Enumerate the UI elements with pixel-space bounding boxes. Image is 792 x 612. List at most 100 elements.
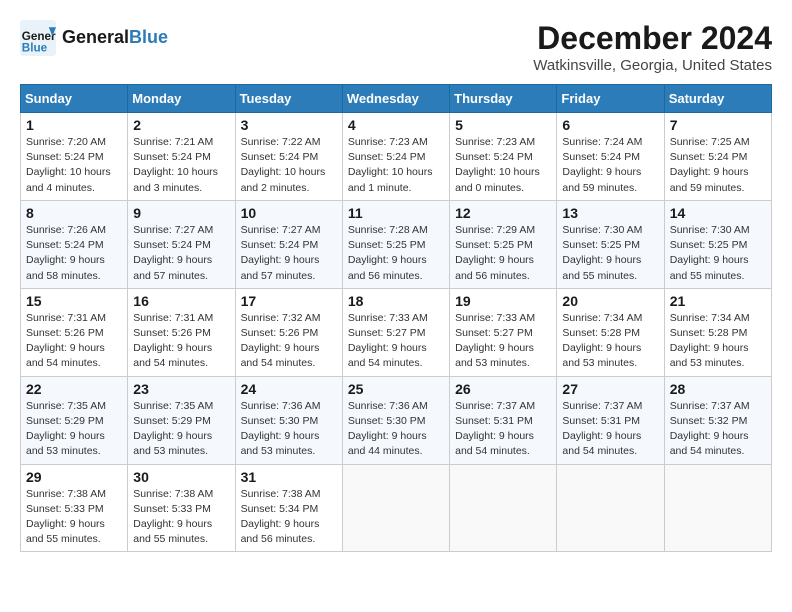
day-number: 27 (562, 381, 658, 397)
day-number: 1 (26, 117, 122, 133)
page-header: General Blue GeneralBlue December 2024 W… (20, 20, 772, 74)
day-info: Sunrise: 7:23 AMSunset: 5:24 PMDaylight:… (348, 135, 444, 196)
calendar-week-row: 15 Sunrise: 7:31 AMSunset: 5:26 PMDayligh… (21, 288, 772, 376)
day-info: Sunrise: 7:24 AMSunset: 5:24 PMDaylight:… (562, 135, 658, 196)
calendar-day-cell: 30 Sunrise: 7:38 AMSunset: 5:33 PMDayligh… (128, 464, 235, 552)
day-number: 11 (348, 205, 444, 221)
day-number: 21 (670, 293, 766, 309)
logo-icon: General Blue (20, 20, 56, 56)
calendar-day-cell: 25 Sunrise: 7:36 AMSunset: 5:30 PMDayligh… (342, 376, 449, 464)
day-info: Sunrise: 7:38 AMSunset: 5:33 PMDaylight:… (26, 487, 122, 548)
empty-cell (450, 464, 557, 552)
weekday-header-friday: Friday (557, 85, 664, 113)
day-number: 18 (348, 293, 444, 309)
calendar-day-cell: 15 Sunrise: 7:31 AMSunset: 5:26 PMDayligh… (21, 288, 128, 376)
calendar-day-cell: 19Sunrise: 7:33 AMSunset: 5:27 PMDayligh… (450, 288, 557, 376)
day-info: Sunrise: 7:35 AMSunset: 5:29 PMDaylight:… (133, 399, 229, 460)
calendar-day-cell: 17 Sunrise: 7:32 AMSunset: 5:26 PMDayligh… (235, 288, 342, 376)
day-number: 2 (133, 117, 229, 133)
day-number: 10 (241, 205, 337, 221)
calendar-day-cell: 12Sunrise: 7:29 AMSunset: 5:25 PMDayligh… (450, 200, 557, 288)
day-info: Sunrise: 7:23 AMSunset: 5:24 PMDaylight:… (455, 135, 551, 196)
calendar-day-cell: 29Sunrise: 7:38 AMSunset: 5:33 PMDayligh… (21, 464, 128, 552)
day-number: 8 (26, 205, 122, 221)
day-number: 26 (455, 381, 551, 397)
weekday-header-row: SundayMondayTuesdayWednesdayThursdayFrid… (21, 85, 772, 113)
day-info: Sunrise: 7:22 AMSunset: 5:24 PMDaylight:… (241, 135, 337, 196)
day-number: 23 (133, 381, 229, 397)
day-info: Sunrise: 7:37 AMSunset: 5:32 PMDaylight:… (670, 399, 766, 460)
weekday-header-saturday: Saturday (664, 85, 771, 113)
day-number: 9 (133, 205, 229, 221)
day-number: 20 (562, 293, 658, 309)
day-info: Sunrise: 7:32 AMSunset: 5:26 PMDaylight:… (241, 311, 337, 372)
day-number: 19 (455, 293, 551, 309)
day-number: 5 (455, 117, 551, 133)
day-info: Sunrise: 7:20 AMSunset: 5:24 PMDaylight:… (26, 135, 122, 196)
calendar-day-cell: 26 Sunrise: 7:37 AMSunset: 5:31 PMDayligh… (450, 376, 557, 464)
day-number: 25 (348, 381, 444, 397)
calendar-day-cell: 13Sunrise: 7:30 AMSunset: 5:25 PMDayligh… (557, 200, 664, 288)
day-info: Sunrise: 7:31 AMSunset: 5:26 PMDaylight:… (133, 311, 229, 372)
day-info: Sunrise: 7:27 AMSunset: 5:24 PMDaylight:… (133, 223, 229, 284)
day-info: Sunrise: 7:29 AMSunset: 5:25 PMDaylight:… (455, 223, 551, 284)
day-number: 24 (241, 381, 337, 397)
day-number: 28 (670, 381, 766, 397)
calendar-day-cell: 6 Sunrise: 7:24 AMSunset: 5:24 PMDaylight… (557, 113, 664, 201)
day-info: Sunrise: 7:36 AMSunset: 5:30 PMDaylight:… (348, 399, 444, 460)
day-info: Sunrise: 7:35 AMSunset: 5:29 PMDaylight:… (26, 399, 122, 460)
weekday-header-monday: Monday (128, 85, 235, 113)
calendar-day-cell: 21 Sunrise: 7:34 AMSunset: 5:28 PMDayligh… (664, 288, 771, 376)
month-title: December 2024 (533, 20, 772, 57)
empty-cell (664, 464, 771, 552)
day-number: 3 (241, 117, 337, 133)
day-info: Sunrise: 7:25 AMSunset: 5:24 PMDaylight:… (670, 135, 766, 196)
calendar-day-cell: 27Sunrise: 7:37 AMSunset: 5:31 PMDayligh… (557, 376, 664, 464)
empty-cell (557, 464, 664, 552)
day-number: 22 (26, 381, 122, 397)
day-info: Sunrise: 7:37 AMSunset: 5:31 PMDaylight:… (455, 399, 551, 460)
day-number: 16 (133, 293, 229, 309)
logo: General Blue GeneralBlue (20, 20, 168, 56)
calendar-day-cell: 24 Sunrise: 7:36 AMSunset: 5:30 PMDayligh… (235, 376, 342, 464)
calendar-day-cell: 2 Sunrise: 7:21 AMSunset: 5:24 PMDaylight… (128, 113, 235, 201)
logo-blue: Blue (129, 27, 168, 47)
calendar-day-cell: 20 Sunrise: 7:34 AMSunset: 5:28 PMDayligh… (557, 288, 664, 376)
day-number: 17 (241, 293, 337, 309)
calendar-day-cell: 28 Sunrise: 7:37 AMSunset: 5:32 PMDayligh… (664, 376, 771, 464)
calendar-week-row: 29Sunrise: 7:38 AMSunset: 5:33 PMDayligh… (21, 464, 772, 552)
location-title: Watkinsville, Georgia, United States (533, 57, 772, 74)
calendar-day-cell: 8 Sunrise: 7:26 AMSunset: 5:24 PMDaylight… (21, 200, 128, 288)
calendar-day-cell: 4Sunrise: 7:23 AMSunset: 5:24 PMDaylight… (342, 113, 449, 201)
day-info: Sunrise: 7:21 AMSunset: 5:24 PMDaylight:… (133, 135, 229, 196)
weekday-header-tuesday: Tuesday (235, 85, 342, 113)
day-info: Sunrise: 7:30 AMSunset: 5:25 PMDaylight:… (670, 223, 766, 284)
day-info: Sunrise: 7:27 AMSunset: 5:24 PMDaylight:… (241, 223, 337, 284)
title-area: December 2024 Watkinsville, Georgia, Uni… (533, 20, 772, 74)
day-info: Sunrise: 7:34 AMSunset: 5:28 PMDaylight:… (562, 311, 658, 372)
day-number: 31 (241, 469, 337, 485)
day-info: Sunrise: 7:34 AMSunset: 5:28 PMDaylight:… (670, 311, 766, 372)
day-info: Sunrise: 7:36 AMSunset: 5:30 PMDaylight:… (241, 399, 337, 460)
weekday-header-thursday: Thursday (450, 85, 557, 113)
day-number: 6 (562, 117, 658, 133)
empty-cell (342, 464, 449, 552)
day-number: 30 (133, 469, 229, 485)
calendar-week-row: 22 Sunrise: 7:35 AMSunset: 5:29 PMDayligh… (21, 376, 772, 464)
day-number: 15 (26, 293, 122, 309)
day-number: 14 (670, 205, 766, 221)
calendar-day-cell: 18 Sunrise: 7:33 AMSunset: 5:27 PMDayligh… (342, 288, 449, 376)
svg-text:Blue: Blue (22, 42, 48, 55)
day-info: Sunrise: 7:33 AMSunset: 5:27 PMDaylight:… (348, 311, 444, 372)
calendar-day-cell: 1 Sunrise: 7:20 AMSunset: 5:24 PMDaylight… (21, 113, 128, 201)
calendar-day-cell: 7Sunrise: 7:25 AMSunset: 5:24 PMDaylight… (664, 113, 771, 201)
day-info: Sunrise: 7:38 AMSunset: 5:33 PMDaylight:… (133, 487, 229, 548)
calendar-day-cell: 3 Sunrise: 7:22 AMSunset: 5:24 PMDaylight… (235, 113, 342, 201)
day-info: Sunrise: 7:31 AMSunset: 5:26 PMDaylight:… (26, 311, 122, 372)
day-info: Sunrise: 7:26 AMSunset: 5:24 PMDaylight:… (26, 223, 122, 284)
calendar-day-cell: 23 Sunrise: 7:35 AMSunset: 5:29 PMDayligh… (128, 376, 235, 464)
calendar-day-cell: 16 Sunrise: 7:31 AMSunset: 5:26 PMDayligh… (128, 288, 235, 376)
weekday-header-sunday: Sunday (21, 85, 128, 113)
calendar-week-row: 1 Sunrise: 7:20 AMSunset: 5:24 PMDaylight… (21, 113, 772, 201)
weekday-header-wednesday: Wednesday (342, 85, 449, 113)
